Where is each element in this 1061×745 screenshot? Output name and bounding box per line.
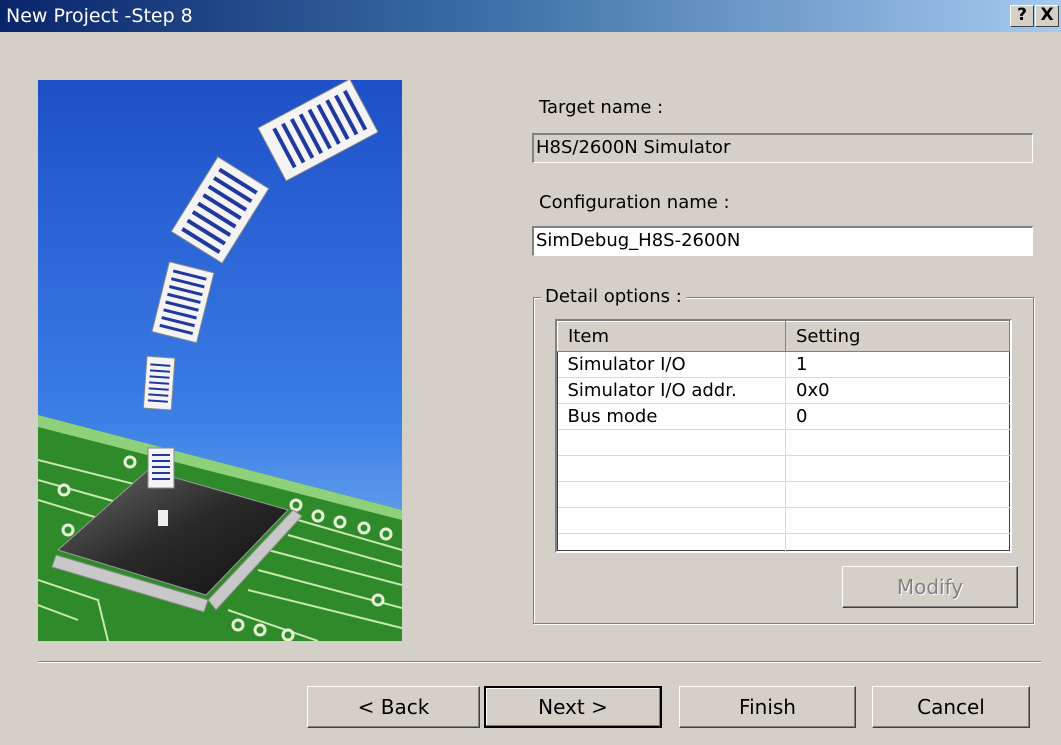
modify-button[interactable]: Modify <box>842 566 1018 608</box>
setting-cell <box>785 507 1010 534</box>
setting-cell: 0 <box>785 403 1010 430</box>
setting-cell: 1 <box>785 351 1010 378</box>
item-cell <box>557 533 786 551</box>
item-cell <box>557 507 786 534</box>
title-bar[interactable]: New Project -Step 8 ? X <box>0 0 1061 32</box>
detail-options-label: Detail options : <box>541 286 686 308</box>
finish-button[interactable]: Finish <box>679 686 856 728</box>
table-row <box>557 429 1010 456</box>
setting-cell <box>785 481 1010 508</box>
target-name-field: H8S/2600N Simulator <box>532 133 1033 163</box>
item-cell: Bus mode <box>557 403 786 430</box>
setting-cell <box>785 455 1010 482</box>
item-cell <box>557 481 786 508</box>
cancel-button[interactable]: Cancel <box>872 686 1030 728</box>
back-button[interactable]: < Back <box>307 686 480 728</box>
close-button[interactable]: X <box>1035 5 1059 27</box>
table-row <box>557 533 1010 551</box>
column-header-setting[interactable]: Setting <box>785 321 1010 352</box>
item-cell: Simulator I/O <box>557 351 786 378</box>
item-cell: Simulator I/O addr. <box>557 377 786 404</box>
window-title: New Project -Step 8 <box>6 5 193 27</box>
help-button[interactable]: ? <box>1010 5 1034 27</box>
setting-cell: 0x0 <box>785 377 1010 404</box>
table-row[interactable]: Bus mode 0 <box>557 403 1010 430</box>
item-cell <box>557 429 786 456</box>
item-cell <box>557 455 786 482</box>
footer-separator <box>38 661 1041 663</box>
table-row[interactable]: Simulator I/O addr. 0x0 <box>557 377 1010 404</box>
configuration-name-input[interactable]: SimDebug_H8S-2600N <box>532 226 1033 256</box>
column-header-item[interactable]: Item <box>557 321 786 352</box>
table-row[interactable]: Simulator I/O 1 <box>557 351 1010 378</box>
table-row <box>557 455 1010 482</box>
detail-options-list[interactable]: Item Setting Simulator I/O 1 Simulator I/… <box>555 319 1012 553</box>
next-button[interactable]: Next > <box>484 686 662 728</box>
configuration-name-label: Configuration name : <box>539 192 730 213</box>
table-row <box>557 507 1010 534</box>
table-row <box>557 481 1010 508</box>
target-name-label: Target name : <box>539 97 664 118</box>
setting-cell <box>785 429 1010 456</box>
setting-cell <box>785 533 1010 551</box>
wizard-illustration <box>38 80 402 641</box>
